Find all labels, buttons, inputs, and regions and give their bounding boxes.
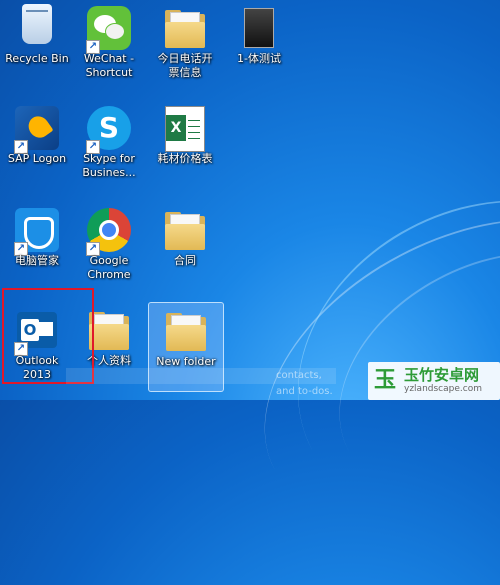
folder-icon — [166, 313, 206, 351]
desktop-icon-folder-contract[interactable]: 合同 — [148, 202, 222, 290]
desktop-icon-test-file[interactable]: 1-体测试 — [222, 0, 296, 88]
watermark: 玉 玉竹安卓网 yzlandscape.com — [368, 362, 500, 400]
recycle-bin-icon — [22, 4, 52, 44]
icon-label: 合同 — [174, 254, 196, 267]
folder-icon — [89, 312, 129, 350]
desktop-icon-pc-manager[interactable]: ↗ 电脑管家 — [0, 202, 74, 290]
desktop-icon-recycle-bin[interactable]: Recycle Bin — [0, 0, 74, 88]
tooltip: contacts, and to-dos. — [66, 368, 336, 397]
icon-label: New folder — [156, 355, 216, 368]
desktop-icon-wechat[interactable]: ↗ WeChat - Shortcut — [72, 0, 146, 88]
folder-icon — [165, 10, 205, 48]
file-icon — [244, 8, 274, 48]
icon-label: 电脑管家 — [15, 254, 59, 267]
folder-icon — [165, 212, 205, 250]
desktop-icon-skype[interactable]: S ↗ Skype for Busines... — [72, 100, 146, 188]
watermark-title: 玉竹安卓网 — [404, 366, 480, 384]
icon-label: Google Chrome — [87, 254, 131, 281]
desktop-icon-chrome[interactable]: ↗ Google Chrome — [72, 202, 146, 290]
icon-label: 耗材价格表 — [157, 152, 213, 165]
icon-label: Recycle Bin — [5, 52, 69, 65]
desktop-icon-sap-logon[interactable]: ↗ SAP Logon — [0, 100, 74, 188]
desktop-icon-folder-phone-invoice[interactable]: 今日电话开 票信息 — [148, 0, 222, 88]
desktop-icon-excel-price-list[interactable]: X 耗材价格表 — [148, 100, 222, 188]
excel-icon: X — [165, 106, 205, 152]
watermark-logo-icon: 玉 — [374, 368, 397, 393]
icon-label: SAP Logon — [7, 152, 67, 165]
icon-label: 今日电话开 票信息 — [157, 52, 213, 79]
icon-label: Skype for Busines... — [82, 152, 136, 179]
icon-label: WeChat - Shortcut — [83, 52, 135, 79]
watermark-subtitle: yzlandscape.com — [404, 384, 482, 394]
icon-label: 1-体测试 — [237, 52, 281, 65]
